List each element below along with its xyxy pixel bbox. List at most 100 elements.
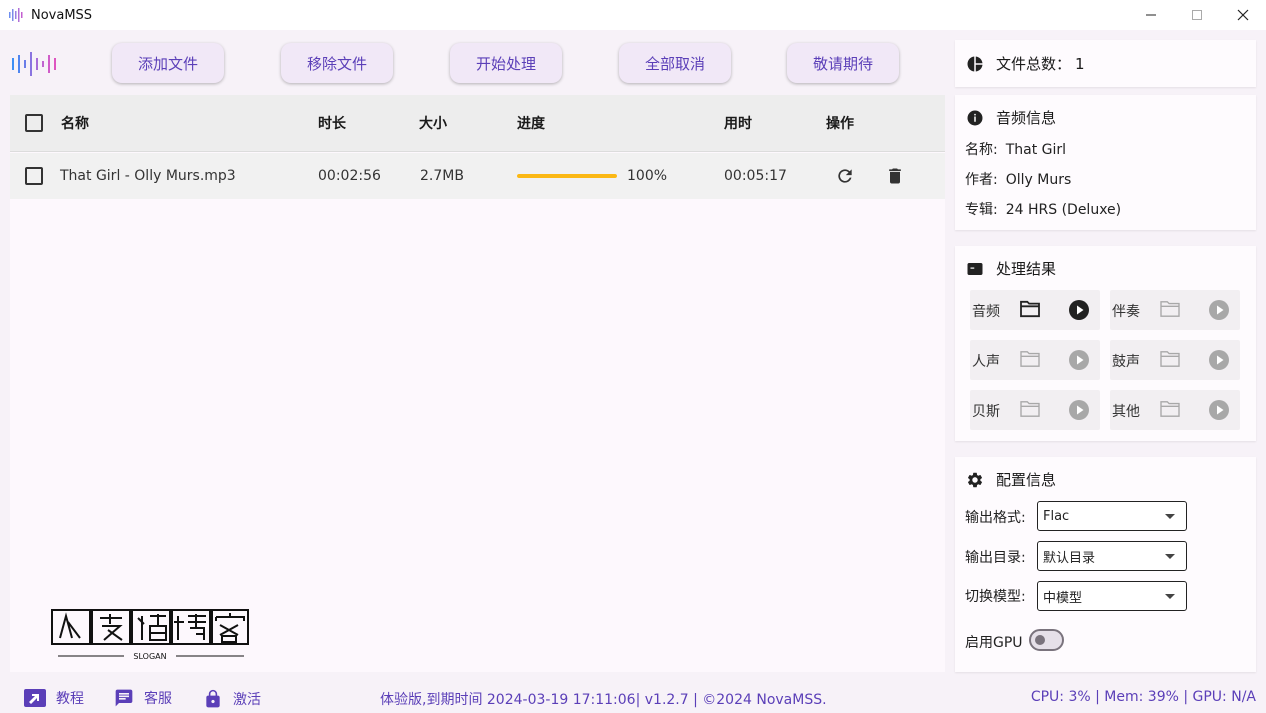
- folder-icon: [1020, 300, 1040, 318]
- result-item: 人声: [970, 340, 1100, 380]
- tutorial-label: 教程: [56, 691, 84, 707]
- play-icon: [1209, 300, 1229, 320]
- license-info: 体验版,到期时间 2024-03-19 17:11:06| v1.2.7 | ©…: [380, 692, 827, 708]
- play-button[interactable]: [1208, 299, 1230, 325]
- maximize-icon: [1192, 10, 1202, 20]
- play-icon: [1209, 350, 1229, 370]
- title-bar: NovaMSS: [0, 0, 1266, 30]
- column-progress: 进度: [517, 116, 545, 132]
- progress-text: 100%: [627, 168, 668, 184]
- audio-info-title: 音频信息: [996, 109, 1057, 127]
- column-actions: 操作: [826, 116, 854, 132]
- output-dir-select[interactable]: 默认目录: [1037, 541, 1187, 571]
- config-title: 配置信息: [996, 471, 1057, 489]
- maximize-button[interactable]: [1174, 0, 1220, 30]
- audio-album-label: 专辑:: [965, 202, 998, 218]
- open-folder-button[interactable]: [1019, 400, 1041, 422]
- close-icon: [1237, 9, 1249, 21]
- select-all-checkbox[interactable]: [25, 95, 43, 151]
- result-label: 贝斯: [972, 404, 1000, 420]
- progress-bar: [517, 153, 617, 199]
- file-elapsed: 00:05:17: [724, 168, 787, 184]
- result-label: 音频: [972, 304, 1000, 320]
- play-button[interactable]: [1208, 399, 1230, 425]
- minimize-icon: [1146, 14, 1156, 16]
- output-format-select[interactable]: Flac: [1037, 501, 1187, 531]
- support-link[interactable]: 客服: [114, 688, 172, 708]
- window-icon: [965, 259, 985, 279]
- folder-icon: [1160, 301, 1180, 317]
- result-label: 人声: [972, 354, 1000, 370]
- column-duration: 时长: [318, 116, 346, 132]
- open-folder-button[interactable]: [1019, 350, 1041, 372]
- audio-name: That Girl: [1005, 142, 1067, 158]
- file-name: That Girl - Olly Murs.mp3: [60, 168, 236, 184]
- results-title: 处理结果: [996, 260, 1057, 278]
- output-dir-label: 输出目录:: [965, 550, 1026, 566]
- play-button[interactable]: [1068, 299, 1090, 325]
- output-format-label: 输出格式:: [965, 510, 1026, 526]
- model-value: 中模型: [1043, 590, 1083, 606]
- window-title: NovaMSS: [31, 7, 93, 23]
- output-dir-value: 默认目录: [1043, 550, 1096, 566]
- activate-link[interactable]: 激活: [203, 688, 261, 710]
- audio-name-label: 名称:: [965, 142, 998, 158]
- coming-soon-button[interactable]: 敬请期待: [787, 43, 899, 83]
- minimize-button[interactable]: [1128, 0, 1174, 30]
- file-count-card: 文件总数： 1: [955, 40, 1256, 87]
- close-button[interactable]: [1220, 0, 1266, 30]
- row-checkbox[interactable]: [25, 153, 43, 199]
- status-bar: 教程 客服 激活 体验版,到期时间 2024-03-19 17:11:06| v…: [0, 683, 1266, 713]
- open-folder-button[interactable]: [1159, 300, 1181, 322]
- column-elapsed: 用时: [724, 116, 752, 132]
- result-item: 鼓声: [1110, 340, 1240, 380]
- svg-text:SLOGAN: SLOGAN: [133, 652, 166, 661]
- tutorial-link[interactable]: 教程: [24, 688, 84, 708]
- system-stats: CPU: 3% | Mem: 39% | GPU: N/A: [1030, 689, 1256, 705]
- play-button[interactable]: [1208, 349, 1230, 375]
- chevron-down-icon: [1165, 514, 1175, 519]
- watermark-logo: SLOGAN: [50, 608, 250, 664]
- delete-button[interactable]: [885, 153, 905, 199]
- result-item: 贝斯: [970, 390, 1100, 430]
- pie-chart-icon: [965, 54, 985, 74]
- info-icon: [965, 108, 985, 128]
- trash-icon: [889, 168, 901, 184]
- file-count-label: 文件总数：: [996, 55, 1072, 73]
- result-label: 伴奏: [1112, 304, 1140, 320]
- window-controls: [1128, 0, 1266, 30]
- config-card: 配置信息 输出格式: Flac 输出目录: 默认目录 切换模型: 中模型 启用G…: [955, 457, 1256, 672]
- play-button[interactable]: [1068, 399, 1090, 425]
- retry-button[interactable]: [835, 153, 855, 199]
- output-format-value: Flac: [1043, 508, 1070, 524]
- result-item: 伴奏: [1110, 290, 1240, 330]
- model-select[interactable]: 中模型: [1037, 581, 1187, 611]
- play-button[interactable]: [1068, 349, 1090, 375]
- gpu-toggle[interactable]: [1029, 629, 1064, 651]
- start-process-button[interactable]: 开始处理: [450, 43, 562, 83]
- file-duration: 00:02:56: [318, 168, 381, 184]
- remove-file-button[interactable]: 移除文件: [281, 43, 393, 83]
- add-file-button[interactable]: 添加文件: [112, 43, 224, 83]
- file-list-header: 名称 时长 大小 进度 用时 操作: [10, 95, 945, 152]
- folder-icon: [1020, 401, 1040, 417]
- file-size: 2.7MB: [420, 168, 464, 184]
- column-size: 大小: [419, 116, 447, 132]
- cancel-all-button[interactable]: 全部取消: [619, 43, 731, 83]
- progress-fill: [517, 174, 617, 178]
- chevron-down-icon: [1165, 554, 1175, 559]
- lock-icon: [203, 688, 223, 710]
- audio-artist: Olly Murs: [1005, 172, 1072, 188]
- table-row[interactable]: That Girl - Olly Murs.mp3 00:02:56 2.7MB…: [10, 153, 945, 199]
- result-item: 音频: [970, 290, 1100, 330]
- open-folder-button[interactable]: [1159, 350, 1181, 372]
- open-folder-button[interactable]: [1159, 400, 1181, 422]
- results-card: 处理结果 音频 伴奏 人声 鼓声 贝斯 其他: [955, 246, 1256, 441]
- audio-album: 24 HRS (Deluxe): [1005, 202, 1122, 218]
- open-folder-button[interactable]: [1019, 300, 1041, 322]
- folder-icon: [1160, 351, 1180, 367]
- file-list-panel: 名称 时长 大小 进度 用时 操作 That Girl - Olly Murs.…: [10, 95, 945, 672]
- audio-artist-label: 作者:: [965, 172, 998, 188]
- result-label: 鼓声: [1112, 354, 1140, 370]
- gpu-label: 启用GPU: [965, 635, 1023, 651]
